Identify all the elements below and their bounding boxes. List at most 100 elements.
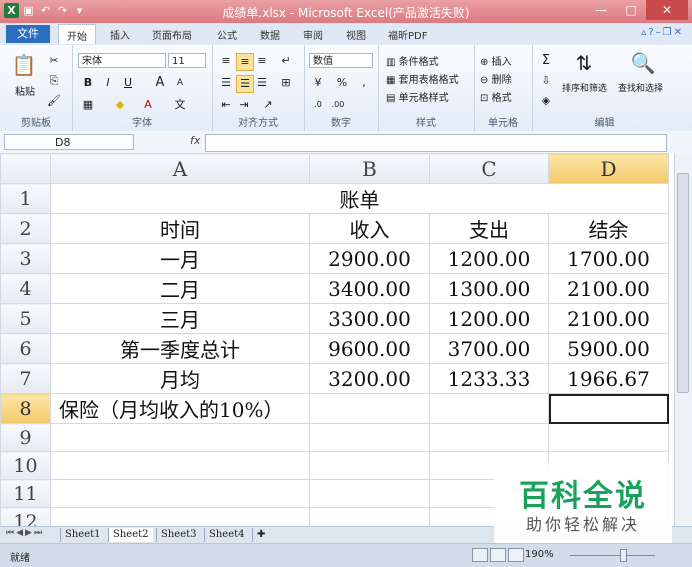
row-header[interactable]: 2 (0, 213, 51, 244)
scrollbar-thumb[interactable] (677, 173, 689, 393)
table-cell[interactable]: 3200.00 (309, 363, 430, 394)
doc-minimize-icon[interactable]: – (656, 27, 663, 38)
table-cell[interactable] (50, 507, 310, 526)
column-header[interactable]: D (548, 153, 669, 184)
column-header[interactable]: C (429, 153, 549, 184)
header-cell[interactable]: 收入 (309, 213, 430, 244)
minimize-icon[interactable]: — (586, 0, 616, 20)
table-cell[interactable]: 1200.00 (429, 303, 549, 334)
decrease-indent-icon[interactable]: ⇤ (218, 97, 234, 113)
align-middle-icon[interactable]: ≡ (236, 53, 254, 71)
row-header[interactable]: 10 (0, 451, 51, 480)
paste-button[interactable]: 粘贴 (15, 83, 35, 98)
row-header[interactable]: 11 (0, 479, 51, 508)
fill-icon[interactable]: ⇩ (538, 73, 554, 89)
table-cell[interactable] (309, 423, 430, 452)
row-header[interactable]: 4 (0, 273, 51, 304)
table-cell[interactable]: 9600.00 (309, 333, 430, 364)
table-cell[interactable] (309, 393, 430, 424)
autosum-icon[interactable]: Σ (538, 53, 554, 69)
sheet-tab[interactable]: Sheet3 (156, 528, 201, 542)
underline-button[interactable]: U (120, 75, 136, 91)
tab-home[interactable]: 开始 (58, 24, 96, 44)
font-name-select[interactable]: 宋体 (78, 53, 166, 68)
table-cell[interactable]: 1300.00 (429, 273, 549, 304)
table-cell[interactable]: 5900.00 (548, 333, 669, 364)
select-all-corner[interactable] (0, 153, 51, 184)
format-painter-icon[interactable]: 🖌 (46, 93, 62, 109)
new-sheet-icon[interactable]: ✚ (252, 528, 269, 542)
row-header[interactable]: 5 (0, 303, 51, 334)
close-icon[interactable]: ✕ (646, 0, 688, 20)
tab-formulas[interactable]: 公式 (217, 27, 237, 42)
zoom-slider[interactable] (570, 555, 655, 556)
table-cell[interactable]: 2100.00 (548, 303, 669, 334)
cut-icon[interactable]: ✂ (46, 53, 62, 69)
format-cells-button[interactable]: ⊡ 格式 (480, 89, 512, 104)
table-cell[interactable]: 二月 (50, 273, 310, 304)
active-cell[interactable] (548, 393, 669, 424)
doc-close-icon[interactable]: ✕ (674, 27, 684, 38)
align-top-icon[interactable]: ≡ (218, 53, 234, 69)
table-cell[interactable]: 第一季度总计 (50, 333, 310, 364)
currency-icon[interactable]: ¥ (310, 75, 326, 91)
formula-input[interactable] (205, 134, 667, 152)
page-break-view-icon[interactable] (508, 548, 524, 562)
copy-icon[interactable]: ⎘ (46, 73, 62, 89)
increase-indent-icon[interactable]: ⇥ (236, 97, 252, 113)
header-cell[interactable]: 支出 (429, 213, 549, 244)
name-box[interactable]: D8 (4, 134, 134, 150)
increase-decimal-icon[interactable]: .0 (310, 97, 326, 113)
row-header[interactable]: 9 (0, 423, 51, 452)
zoom-level[interactable]: 190% (525, 549, 554, 560)
table-cell[interactable] (548, 423, 669, 452)
table-cell[interactable]: 2900.00 (309, 243, 430, 274)
clear-icon[interactable]: ◈ (538, 93, 554, 109)
orientation-icon[interactable]: ↗ (260, 97, 276, 113)
find-select-button[interactable]: 查找和选择 (618, 81, 663, 94)
merge-center-icon[interactable]: ⊞ (278, 75, 294, 91)
table-cell[interactable]: 1700.00 (548, 243, 669, 274)
tab-data[interactable]: 数据 (260, 27, 280, 42)
font-size-select[interactable]: 11 (168, 53, 206, 68)
format-as-table-button[interactable]: ▦ 套用表格格式 (386, 71, 459, 86)
number-format-select[interactable]: 数值 (309, 53, 373, 68)
align-left-icon[interactable]: ☰ (218, 75, 234, 91)
align-right-icon[interactable]: ☰ (254, 75, 270, 91)
table-cell[interactable]: 3700.00 (429, 333, 549, 364)
sheet-tab[interactable]: Sheet1 (60, 528, 105, 542)
table-cell[interactable]: 月均 (50, 363, 310, 394)
table-cell[interactable]: 1233.33 (429, 363, 549, 394)
bold-button[interactable]: B (80, 75, 96, 91)
row-header[interactable]: 8 (0, 393, 51, 424)
sheet-tab[interactable]: Sheet4 (204, 528, 249, 542)
table-cell[interactable] (309, 451, 430, 480)
wrap-text-icon[interactable]: ↵ (278, 53, 294, 69)
table-cell[interactable] (50, 423, 310, 452)
row-header[interactable]: 3 (0, 243, 51, 274)
help-icon[interactable]: ? (648, 27, 655, 38)
row-header[interactable]: 7 (0, 363, 51, 394)
table-cell[interactable]: 2100.00 (548, 273, 669, 304)
tab-file[interactable]: 文件 (6, 25, 50, 43)
column-header[interactable]: A (50, 153, 310, 184)
conditional-format-button[interactable]: ▥ 条件格式 (386, 53, 439, 68)
normal-view-icon[interactable] (472, 548, 488, 562)
table-cell[interactable]: 1200.00 (429, 243, 549, 274)
next-sheet-icon[interactable]: ▶ (25, 528, 34, 538)
sort-filter-button[interactable]: 排序和筛选 (562, 81, 607, 94)
tab-insert[interactable]: 插入 (110, 27, 130, 42)
row-header[interactable]: 1 (0, 183, 51, 214)
last-sheet-icon[interactable]: ⏭ (34, 528, 44, 538)
cell-styles-button[interactable]: ▤ 单元格样式 (386, 89, 449, 104)
table-cell[interactable]: 保险（月均收入的10%） (50, 393, 310, 424)
zoom-slider-knob[interactable] (620, 549, 627, 562)
sort-filter-icon[interactable]: ⇅ (570, 49, 598, 77)
prev-sheet-icon[interactable]: ◀ (16, 528, 25, 538)
align-bottom-icon[interactable]: ≡ (254, 53, 270, 69)
table-title-cell[interactable]: 账单 (50, 183, 669, 214)
doc-restore-icon[interactable]: ❐ (663, 27, 674, 38)
italic-button[interactable]: I (100, 75, 116, 91)
decrease-decimal-icon[interactable]: .00 (330, 97, 346, 113)
vertical-scrollbar[interactable] (674, 153, 692, 526)
